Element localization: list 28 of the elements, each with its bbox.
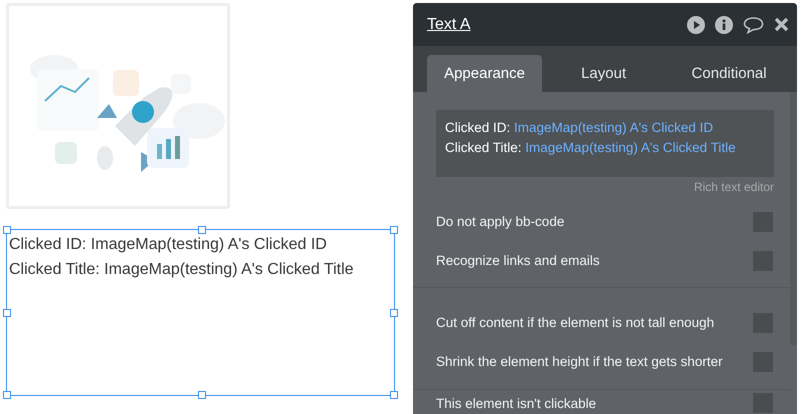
resize-handle[interactable] — [3, 309, 11, 317]
tab[interactable]: Layout — [546, 55, 662, 92]
option-label: Recognize links and emails — [436, 253, 600, 268]
resize-handle[interactable] — [198, 226, 206, 234]
close-icon[interactable] — [774, 17, 789, 32]
comment-icon[interactable] — [743, 16, 764, 34]
text-line: Clicked Title: ImageMap(testing) A's Clicked Title — [9, 260, 354, 280]
option-label: Cut off content if the element is not tall enough — [436, 315, 714, 330]
option-label: Shrink the element height if the text gets shorter — [436, 354, 723, 369]
resize-handle[interactable] — [390, 391, 398, 399]
text-element[interactable]: Clicked ID: ImageMap(testing) A's Clicked ID Clicked Title: ImageMap(testing) A's Clicked Title — [6, 229, 395, 396]
dynamic-expression: Clicked Title: ImageMap(testing) A's Clicked Title — [445, 139, 736, 157]
resize-handle[interactable] — [3, 391, 11, 399]
rich-text-field[interactable]: Clicked ID: ImageMap(testing) A's Clicked ID Clicked Title: ImageMap(testing) A's Clicked Title — [436, 110, 774, 177]
info-icon[interactable] — [715, 16, 733, 34]
text-line: Clicked ID: ImageMap(testing) A's Clicked ID — [9, 235, 327, 255]
play-icon[interactable] — [687, 16, 705, 34]
element-title[interactable]: Text A — [427, 16, 471, 34]
dynamic-expression: Clicked ID: ImageMap(testing) A's Clicked ID — [445, 119, 714, 137]
tab[interactable]: Conditional — [665, 55, 794, 92]
option-label: Do not apply bb-code — [436, 214, 564, 229]
option-label: This element isn't clickable — [436, 396, 596, 410]
resize-handle[interactable] — [390, 226, 398, 234]
resize-handle[interactable] — [198, 391, 206, 399]
resize-handle[interactable] — [390, 309, 398, 317]
resize-handle[interactable] — [3, 226, 11, 234]
tab[interactable]: Appearance — [427, 55, 542, 92]
scrollbar[interactable] — [790, 92, 797, 345]
